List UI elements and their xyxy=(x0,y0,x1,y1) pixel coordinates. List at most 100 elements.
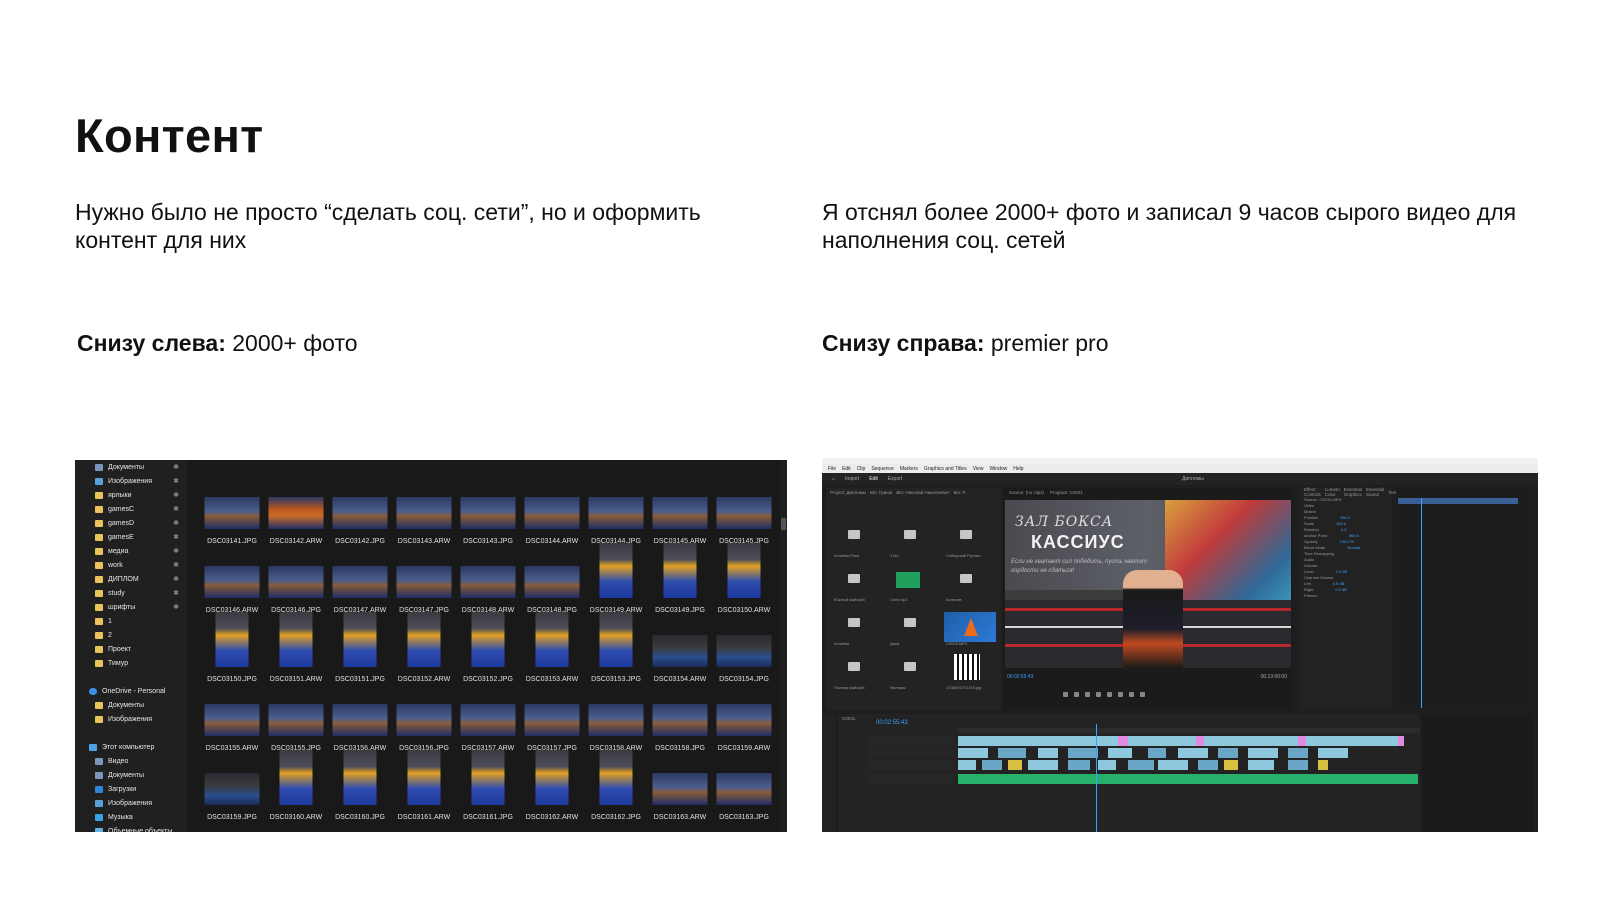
menu-item[interactable]: Sequence xyxy=(871,466,894,472)
nav-item[interactable]: Изображения xyxy=(75,712,187,726)
file-item[interactable]: DSC03160.ARW xyxy=(264,750,328,825)
header-tab-edit[interactable]: Edit xyxy=(869,476,878,482)
menu-item[interactable]: Edit xyxy=(842,466,851,472)
effect-value[interactable]: 960.0 xyxy=(1340,515,1350,520)
file-item[interactable]: DSC03143.ARW xyxy=(392,480,456,549)
file-item[interactable]: DSC03161.JPG xyxy=(456,750,520,825)
timeline-tab[interactable]: C0031 xyxy=(842,716,855,721)
file-item[interactable]: DSC03157.JPG xyxy=(520,687,584,756)
file-item[interactable]: DSC03156.ARW xyxy=(328,687,392,756)
nav-item[interactable]: Объемные объекты xyxy=(75,824,187,832)
effect-value[interactable]: 0.0 dB xyxy=(1333,581,1345,586)
timeline-clip[interactable] xyxy=(958,748,988,758)
timeline-clip[interactable] xyxy=(1248,760,1274,770)
file-item[interactable]: DSC03155.JPG xyxy=(264,687,328,756)
file-item[interactable]: DSC03163.JPG xyxy=(712,756,776,825)
project-item[interactable]: Южный майский xyxy=(830,562,886,606)
effects-tab[interactable]: Essential Sound xyxy=(1366,487,1384,497)
timeline-clip[interactable] xyxy=(1118,736,1128,746)
effect-row[interactable]: Panner xyxy=(1300,592,1392,598)
effect-value[interactable]: 100.0 xyxy=(1336,521,1346,526)
menu-item[interactable]: Graphics and Titles xyxy=(924,466,967,472)
project-tab[interactable]: Bin: Николай Николаевич xyxy=(896,490,949,495)
nav-item[interactable]: gamesD ✱ xyxy=(75,516,187,530)
timeline-clip[interactable] xyxy=(982,760,1002,770)
timeline-clip[interactable] xyxy=(1298,736,1306,746)
file-item[interactable]: DSC03162.JPG xyxy=(584,750,648,825)
timeline-clip[interactable] xyxy=(1288,748,1308,758)
project-item[interactable]: Колесов xyxy=(942,562,998,606)
file-item[interactable]: DSC03146.ARW xyxy=(200,549,264,618)
project-item[interactable]: Снег.mp3 xyxy=(886,562,942,606)
timeline-clip[interactable] xyxy=(1198,760,1218,770)
timeline-clip[interactable] xyxy=(1318,760,1328,770)
menu-item[interactable]: Clip xyxy=(857,466,866,472)
timeline-clip[interactable] xyxy=(958,736,1398,746)
file-item[interactable]: DSC03162.ARW xyxy=(520,750,584,825)
effect-value[interactable]: 0.0 xyxy=(1341,527,1347,532)
time-ruler[interactable] xyxy=(958,728,1420,733)
project-item[interactable]: 1706876751216.jpg xyxy=(942,650,998,694)
nav-item[interactable]: ДИПЛОМ ✱ xyxy=(75,572,187,586)
scrollbar-thumb[interactable] xyxy=(781,518,786,530)
timeline-clip[interactable] xyxy=(1148,748,1166,758)
project-tab[interactable]: Bin: Гриша xyxy=(870,490,892,495)
file-item[interactable]: DSC03161.ARW xyxy=(392,750,456,825)
timeline-clip[interactable] xyxy=(1008,760,1022,770)
file-item[interactable]: DSC03160.JPG xyxy=(328,750,392,825)
file-item[interactable]: DSC03142.JPG xyxy=(328,480,392,549)
nav-item[interactable]: Изображения xyxy=(75,796,187,810)
nav-item[interactable]: gamesC ✱ xyxy=(75,502,187,516)
timeline-clip[interactable] xyxy=(1318,748,1348,758)
file-item[interactable]: DSC03159.JPG xyxy=(200,756,264,825)
extract-icon[interactable] xyxy=(1129,692,1134,697)
timeline-clip[interactable] xyxy=(1218,748,1238,758)
file-item[interactable]: DSC03152.JPG xyxy=(456,612,520,687)
file-item[interactable]: DSC03143.JPG xyxy=(456,480,520,549)
header-tab-export[interactable]: Export xyxy=(888,476,902,482)
file-item[interactable]: DSC03153.ARW xyxy=(520,612,584,687)
effects-tab[interactable]: Effect Controls xyxy=(1304,487,1321,497)
file-item[interactable]: DSC03158.JPG xyxy=(648,687,712,756)
project-item[interactable]: C0028.MP4 xyxy=(942,606,998,650)
track-header[interactable] xyxy=(868,736,954,746)
timeline-clip[interactable] xyxy=(1178,748,1208,758)
file-item[interactable]: DSC03141.JPG xyxy=(200,480,264,549)
project-tab[interactable]: Project: Дипломы xyxy=(830,490,866,495)
nav-item[interactable]: Изображения ✱ xyxy=(75,474,187,488)
file-item[interactable]: DSC03146.JPG xyxy=(264,549,328,618)
file-item[interactable]: DSC03147.JPG xyxy=(392,549,456,618)
nav-item[interactable]: ярлыки ✱ xyxy=(75,488,187,502)
project-item[interactable]: 1 bin xyxy=(886,518,942,562)
file-item[interactable]: DSC03152.ARW xyxy=(392,612,456,687)
file-item[interactable]: DSC03156.JPG xyxy=(392,687,456,756)
file-item[interactable]: DSC03144.JPG xyxy=(584,480,648,549)
timeline-clip[interactable] xyxy=(1068,748,1098,758)
effects-tab[interactable]: Essential Graphics xyxy=(1344,487,1362,497)
header-tab-import[interactable]: Import xyxy=(845,476,859,482)
file-item[interactable]: DSC03145.JPG xyxy=(712,480,776,549)
program-tab[interactable]: Source: (no clips) xyxy=(1009,490,1044,495)
nav-item[interactable]: Видео xyxy=(75,754,187,768)
project-item[interactable]: Аттабая Роза xyxy=(830,518,886,562)
file-item[interactable]: DSC03163.ARW xyxy=(648,756,712,825)
nav-item[interactable]: шрифты ✱ xyxy=(75,600,187,614)
nav-item[interactable]: 1 xyxy=(75,614,187,628)
effect-value[interactable]: 100.0 % xyxy=(1340,539,1355,544)
file-item[interactable]: DSC03158.ARW xyxy=(584,687,648,756)
file-item[interactable]: DSC03149.ARW xyxy=(584,543,648,618)
export-frame-icon[interactable] xyxy=(1140,692,1145,697)
nav-item[interactable]: Документы xyxy=(75,698,187,712)
file-item[interactable]: DSC03159.ARW xyxy=(712,687,776,756)
file-item[interactable]: DSC03154.ARW xyxy=(648,618,712,687)
file-item[interactable]: DSC03151.ARW xyxy=(264,612,328,687)
nav-item[interactable]: медиа ✱ xyxy=(75,544,187,558)
file-item[interactable]: DSC03151.JPG xyxy=(328,612,392,687)
effect-value[interactable]: 960.0 xyxy=(1349,533,1359,538)
timeline-clip[interactable] xyxy=(958,760,976,770)
nav-item[interactable]: 2 xyxy=(75,628,187,642)
timeline-clip[interactable] xyxy=(998,748,1026,758)
scrollbar[interactable] xyxy=(780,460,787,832)
menu-item[interactable]: File xyxy=(828,466,836,472)
timeline-clip[interactable] xyxy=(1098,760,1116,770)
